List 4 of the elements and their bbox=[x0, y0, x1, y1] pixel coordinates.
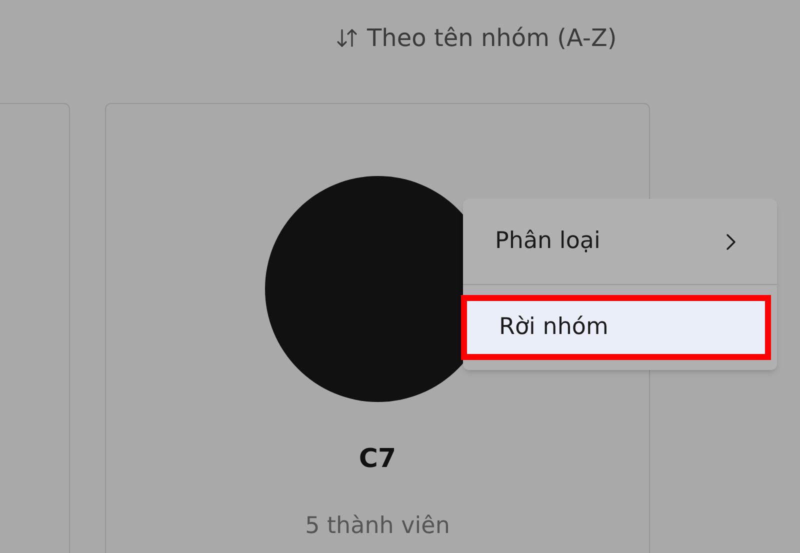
group-name: C7 bbox=[358, 443, 396, 476]
menu-item[interactable]: Rời nhóm bbox=[461, 295, 771, 360]
sort-button[interactable]: Theo tên nhóm (A-Z) bbox=[335, 20, 617, 56]
member-count: 5 thành viên bbox=[305, 512, 450, 541]
